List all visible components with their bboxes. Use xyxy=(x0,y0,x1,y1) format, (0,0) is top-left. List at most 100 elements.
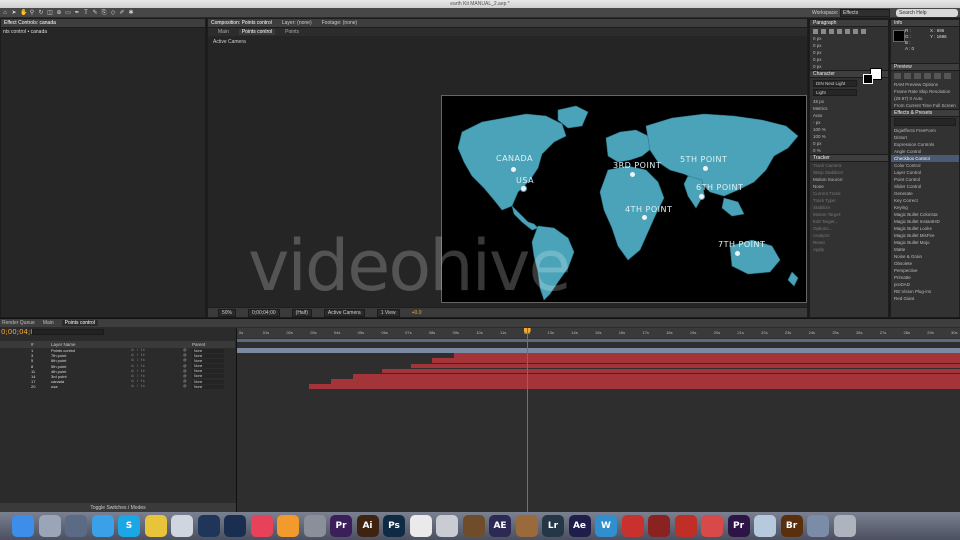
paragraph-panel-header[interactable]: Paragraph xyxy=(810,19,888,27)
itunes-icon[interactable] xyxy=(250,515,273,537)
tab-render-queue[interactable]: Render Queue xyxy=(2,320,35,326)
layer-duration-bar[interactable] xyxy=(309,384,960,389)
photo-booth-icon[interactable] xyxy=(648,515,670,537)
roto-brush-icon[interactable]: ✐ xyxy=(119,10,125,16)
skip-field[interactable]: 0 xyxy=(910,96,913,101)
layer-duration-bar[interactable] xyxy=(432,358,960,363)
full-screen-checkbox[interactable]: Full Screen xyxy=(933,103,956,108)
warp-stabilizer-button[interactable]: Warp Stabilizer xyxy=(810,169,888,176)
align-right-icon[interactable] xyxy=(829,28,834,34)
tracker-panel-header[interactable]: Tracker xyxy=(810,154,888,162)
ram-preview-icon[interactable] xyxy=(944,73,951,79)
track-type-select[interactable]: Stabilize xyxy=(810,204,888,211)
effects-item[interactable]: Slider Control xyxy=(891,183,959,190)
layer-name[interactable]: usa xyxy=(51,384,57,389)
paragraph-space-before[interactable]: 0 px xyxy=(810,49,888,56)
stroke-color-swatch[interactable] xyxy=(863,74,873,84)
view-layout-select[interactable]: 1 View xyxy=(376,308,400,317)
ibooks-icon[interactable] xyxy=(277,515,299,537)
system-preferences-icon[interactable] xyxy=(303,515,326,537)
effects-item[interactable]: Obsolete xyxy=(891,260,959,267)
filezilla-icon[interactable] xyxy=(674,515,697,537)
pickwhip-icon[interactable]: @ xyxy=(183,384,187,389)
cinema4d-icon[interactable] xyxy=(197,515,220,537)
after-effects-cc-icon[interactable]: Ae xyxy=(568,515,591,537)
edit-target-button[interactable]: Edit Target... xyxy=(810,218,888,225)
effects-presets-header[interactable]: Effects & Presets xyxy=(891,109,959,117)
justify-all-icon[interactable] xyxy=(861,28,866,34)
pan-behind-tool-icon[interactable]: ⊕ xyxy=(56,10,62,16)
parent-select[interactable]: None xyxy=(192,353,224,358)
tab-layer[interactable]: Layer: (none) xyxy=(282,20,312,26)
parent-select[interactable]: None xyxy=(192,364,224,369)
toy-story-icon[interactable] xyxy=(515,515,538,537)
point-marker-usa[interactable] xyxy=(520,185,527,192)
tab-main[interactable]: Main xyxy=(43,320,54,326)
motion-source-select[interactable]: None xyxy=(810,183,888,190)
last-frame-icon[interactable] xyxy=(934,73,941,79)
parent-select[interactable]: None xyxy=(192,384,224,389)
search-help-input[interactable]: Search Help xyxy=(896,9,958,17)
point-marker-4th[interactable] xyxy=(641,214,648,221)
font-family-select[interactable]: DIN Next Light xyxy=(813,80,857,87)
tracker-options-button[interactable]: Options... xyxy=(810,225,888,232)
effects-item[interactable]: Distort xyxy=(891,134,959,141)
illustrator-icon[interactable]: Ai xyxy=(356,515,379,537)
parent-select[interactable]: None xyxy=(192,369,224,374)
layer-duration-bar[interactable] xyxy=(381,368,960,374)
rotate-tool-icon[interactable]: ↻ xyxy=(38,10,44,16)
effects-item[interactable]: Expression Controls xyxy=(891,141,959,148)
effects-item[interactable]: Key Correct xyxy=(891,197,959,204)
effects-item[interactable]: Primatte xyxy=(891,274,959,281)
effects-item[interactable]: Magic Bullet MisFire xyxy=(891,232,959,239)
parent-select[interactable]: None xyxy=(192,374,224,379)
workspace-select[interactable]: Effects xyxy=(840,9,890,17)
justify-right-icon[interactable] xyxy=(853,28,858,34)
zoom-select[interactable]: 50% xyxy=(218,308,237,317)
current-time-display[interactable]: 0;00;04;00 xyxy=(248,308,280,317)
type-tool-icon[interactable]: T xyxy=(83,10,89,16)
effects-item[interactable]: Matte xyxy=(891,246,959,253)
skype-icon[interactable]: S xyxy=(118,515,140,537)
justify-center-icon[interactable] xyxy=(845,28,850,34)
effects-item[interactable]: RE:Vision Plug-ins xyxy=(891,288,959,295)
info-panel-header[interactable]: Info xyxy=(891,19,959,27)
current-time-indicator[interactable] xyxy=(526,328,528,513)
tab-points-control[interactable]: Points control xyxy=(61,320,98,326)
effects-item[interactable]: Angle Control xyxy=(891,148,959,155)
paragraph-indent-left[interactable]: 0 px xyxy=(810,35,888,42)
effects-item[interactable]: Magic Bullet Looks xyxy=(891,225,959,232)
layer-row[interactable]: 20 usa ⊙ / fx @ None xyxy=(0,384,235,389)
point-marker-7th[interactable] xyxy=(734,250,741,257)
parent-select[interactable]: None xyxy=(192,379,224,384)
justify-left-icon[interactable] xyxy=(837,28,842,34)
effects-item[interactable]: Magic Bullet InstantHD xyxy=(891,218,959,225)
eraser-tool-icon[interactable]: ◇ xyxy=(110,10,116,16)
breadcrumb-points-control[interactable]: Points control xyxy=(238,29,276,35)
home-icon[interactable]: ⌂ xyxy=(2,10,8,16)
hand-tool-icon[interactable]: ✋ xyxy=(20,10,27,16)
brush-tool-icon[interactable]: ✎ xyxy=(92,10,98,16)
first-frame-icon[interactable] xyxy=(894,73,901,79)
timeline-tracks[interactable]: 0s01s02s03s04s05s06s07s08s09s10s11s12s13… xyxy=(236,328,960,513)
tab-composition[interactable]: Composition: Points control xyxy=(211,20,272,26)
layer-duration-bar[interactable] xyxy=(410,363,960,369)
tracker-apply-button[interactable]: Apply xyxy=(810,246,888,253)
effects-item[interactable]: Magic Bullet Mojo xyxy=(891,239,959,246)
launchpad-icon[interactable] xyxy=(38,515,61,537)
camera-tool-icon[interactable]: ◫ xyxy=(47,10,53,16)
wordpress-icon[interactable]: W xyxy=(595,515,617,537)
breadcrumb-points[interactable]: Points xyxy=(285,29,299,35)
textedit-icon[interactable] xyxy=(409,515,432,537)
layer-duration-bar[interactable] xyxy=(352,374,960,379)
timeline-search-input[interactable] xyxy=(32,329,104,335)
exposure-value[interactable]: +0.0 xyxy=(412,310,422,316)
camera-select[interactable]: Active Camera xyxy=(323,308,365,317)
breadcrumb-main[interactable]: Main xyxy=(218,29,229,35)
next-frame-icon[interactable] xyxy=(924,73,931,79)
safari-icon[interactable] xyxy=(91,515,114,537)
tab-footage[interactable]: Footage: (none) xyxy=(322,20,358,26)
preview-panel-header[interactable]: Preview xyxy=(891,63,959,71)
effects-item[interactable]: Red Giant xyxy=(891,295,959,302)
tab-effect-controls[interactable]: Effect Controls: canada xyxy=(4,20,56,26)
